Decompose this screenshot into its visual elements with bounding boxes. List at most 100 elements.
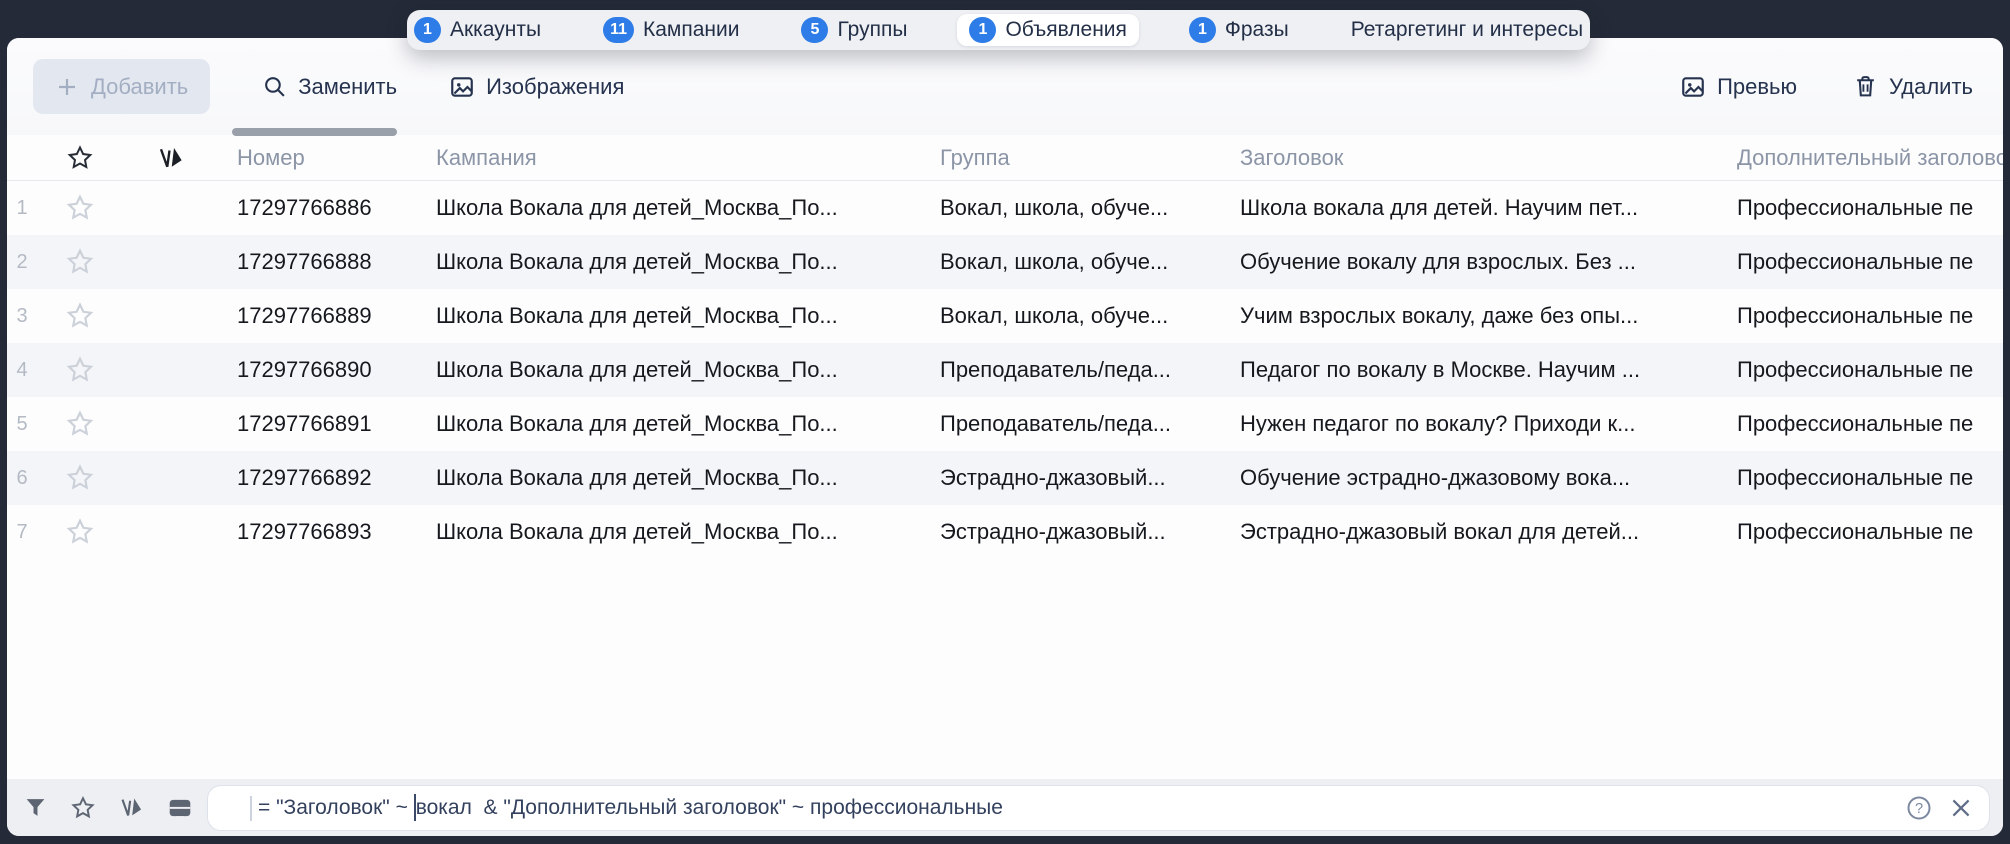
- cell-title: Школа вокала для детей. Научим пет...: [1237, 195, 1734, 221]
- row-index: 6: [7, 467, 37, 490]
- table-header-row: Номер Кампания Группа Заголовок Дополнит…: [7, 135, 2003, 181]
- cell-title: Учим взрослых вокалу, даже без опы...: [1237, 303, 1734, 329]
- delete-button[interactable]: Удалить: [1853, 74, 1973, 100]
- search-icon: [262, 74, 287, 99]
- horizontal-scrollbar-thumb[interactable]: [232, 128, 397, 136]
- tab-count-badge: 1: [414, 17, 441, 43]
- replace-button[interactable]: Заменить: [262, 74, 397, 100]
- cell-group: Вокал, школа, обуче...: [937, 249, 1237, 275]
- cell-title: Эстрадно-джазовый вокал для детей...: [1237, 519, 1734, 545]
- table-row[interactable]: 1 17297766886 Школа Вокала для детей_Мос…: [7, 181, 2003, 235]
- tab[interactable]: 11 Кампании: [591, 14, 751, 46]
- tab-count-badge: 5: [801, 17, 828, 43]
- table-row[interactable]: 3 17297766889 Школа Вокала для детей_Мос…: [7, 289, 2003, 343]
- cell-title: Педагог по вокалу в Москве. Научим ...: [1237, 357, 1734, 383]
- status-arrows-icon: [156, 143, 186, 173]
- tab-label: Фразы: [1225, 18, 1289, 42]
- tab[interactable]: 5 Группы: [789, 14, 919, 46]
- images-button[interactable]: Изображения: [449, 74, 624, 100]
- cell-number: 17297766891: [219, 411, 407, 437]
- cell-group: Преподаватель/педа...: [937, 411, 1237, 437]
- table-row[interactable]: 6 17297766892 Школа Вокала для детей_Мос…: [7, 451, 2003, 505]
- table-body: 1 17297766886 Школа Вокала для детей_Мос…: [7, 181, 2003, 559]
- plus-icon: [55, 75, 79, 99]
- tab[interactable]: 1 Фразы: [1177, 14, 1301, 46]
- image-icon: [1680, 74, 1706, 100]
- box-icon[interactable]: [167, 795, 193, 821]
- star-icon: [65, 463, 95, 493]
- row-index: 7: [7, 521, 37, 544]
- help-icon[interactable]: ?: [1905, 794, 1933, 822]
- trash-icon: [1853, 74, 1878, 99]
- table-row[interactable]: 4 17297766890 Школа Вокала для детей_Мос…: [7, 343, 2003, 397]
- cell-extra-title: Профессиональные пе: [1734, 519, 2003, 545]
- cell-number: 17297766886: [219, 195, 407, 221]
- cell-title: Обучение вокалу для взрослых. Без ...: [1237, 249, 1734, 275]
- cell-group: Вокал, школа, обуче...: [937, 303, 1237, 329]
- star-icon[interactable]: [70, 795, 96, 821]
- preview-button-label: Превью: [1717, 74, 1797, 100]
- row-favorite-cell[interactable]: [37, 355, 123, 385]
- app-window: Добавить Заменить Изображения: [7, 38, 2003, 836]
- ads-table: Номер Кампания Группа Заголовок Дополнит…: [7, 135, 2003, 559]
- cell-extra-title: Профессиональные пе: [1734, 195, 2003, 221]
- table-row[interactable]: 7 17297766893 Школа Вокала для детей_Мос…: [7, 505, 2003, 559]
- row-favorite-cell[interactable]: [37, 517, 123, 547]
- toolbar: Добавить Заменить Изображения: [7, 38, 2003, 135]
- cell-group: Эстрадно-джазовый...: [937, 465, 1237, 491]
- header-extra-title[interactable]: Дополнительный заголовок: [1734, 145, 2003, 171]
- svg-text:?: ?: [1915, 801, 1923, 817]
- row-favorite-cell[interactable]: [37, 247, 123, 277]
- cell-extra-title: Профессиональные пе: [1734, 465, 2003, 491]
- tab-count-badge: 1: [969, 17, 996, 43]
- header-status-column[interactable]: [123, 143, 219, 173]
- row-index: 4: [7, 359, 37, 382]
- header-favorite-column[interactable]: [37, 144, 123, 172]
- tab-label: Группы: [837, 18, 907, 42]
- funnel-icon[interactable]: [23, 795, 48, 820]
- status-arrows-icon[interactable]: [118, 794, 145, 821]
- cell-number: 17297766889: [219, 303, 407, 329]
- tab-count-badge: 11: [603, 17, 634, 43]
- row-favorite-cell[interactable]: [37, 193, 123, 223]
- filter-text-before-caret: = "Заголовок" ~: [258, 796, 414, 820]
- filter-bar: = "Заголовок" ~ вокал & "Дополнительный …: [7, 779, 2003, 836]
- star-icon: [65, 301, 95, 331]
- table-row[interactable]: 2 17297766888 Школа Вокала для детей_Мос…: [7, 235, 2003, 289]
- cell-extra-title: Профессиональные пе: [1734, 303, 2003, 329]
- star-icon: [65, 247, 95, 277]
- cell-number: 17297766892: [219, 465, 407, 491]
- add-button[interactable]: Добавить: [33, 59, 210, 114]
- cell-campaign: Школа Вокала для детей_Москва_По...: [407, 519, 937, 545]
- cell-title: Нужен педагог по вокалу? Приходи к...: [1237, 411, 1734, 437]
- cell-campaign: Школа Вокала для детей_Москва_По...: [407, 195, 937, 221]
- cell-number: 17297766890: [219, 357, 407, 383]
- preview-button[interactable]: Превью: [1680, 74, 1797, 100]
- row-index: 1: [7, 197, 37, 220]
- tab-label: Ретаргетинг и интересы: [1351, 18, 1583, 42]
- filter-input[interactable]: = "Заголовок" ~ вокал & "Дополнительный …: [207, 785, 1990, 831]
- row-favorite-cell[interactable]: [37, 409, 123, 439]
- close-icon[interactable]: [1947, 794, 1975, 822]
- row-favorite-cell[interactable]: [37, 463, 123, 493]
- star-icon: [66, 144, 94, 172]
- row-favorite-cell[interactable]: [37, 301, 123, 331]
- cell-campaign: Школа Вокала для детей_Москва_По...: [407, 249, 937, 275]
- tab[interactable]: Ретаргетинг и интересы: [1339, 14, 1595, 46]
- tab-count-badge: 1: [1189, 17, 1216, 43]
- header-number[interactable]: Номер: [219, 145, 407, 171]
- cell-title: Обучение эстрадно-джазовому вока...: [1237, 465, 1734, 491]
- row-index: 2: [7, 251, 37, 274]
- header-group[interactable]: Группа: [937, 145, 1237, 171]
- cell-campaign: Школа Вокала для детей_Москва_По...: [407, 357, 937, 383]
- delete-button-label: Удалить: [1889, 74, 1973, 100]
- images-button-label: Изображения: [486, 74, 624, 100]
- header-title[interactable]: Заголовок: [1237, 145, 1734, 171]
- add-button-label: Добавить: [91, 74, 188, 100]
- star-icon: [65, 355, 95, 385]
- header-campaign[interactable]: Кампания: [407, 145, 937, 171]
- tab[interactable]: 1 Аккаунты: [402, 14, 553, 46]
- table-row[interactable]: 5 17297766891 Школа Вокала для детей_Мос…: [7, 397, 2003, 451]
- entity-tabbar: 1 Аккаунты 11 Кампании 5 Группы 1 Объявл…: [407, 10, 1590, 50]
- tab[interactable]: 1 Объявления: [957, 14, 1138, 46]
